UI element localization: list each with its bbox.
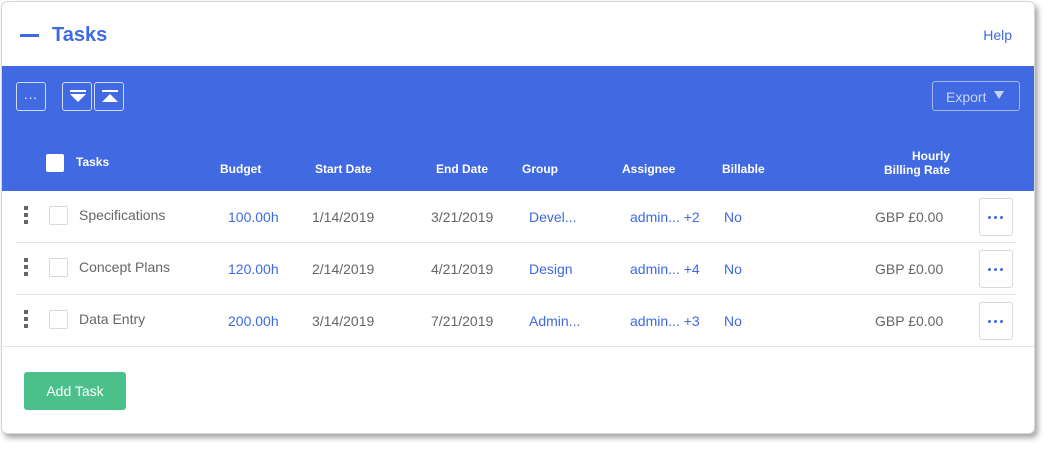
more-horizontal-icon [988, 268, 1006, 272]
task-billing-rate: GBP £0.00 [875, 209, 944, 225]
task-group[interactable]: Admin... [529, 313, 580, 329]
task-billing-rate: GBP £0.00 [875, 313, 944, 329]
task-name: Concept Plans [79, 259, 171, 275]
task-group[interactable]: Devel... [529, 209, 576, 225]
task-end-date: 4/21/2019 [431, 261, 494, 277]
table-toolbar-header: ... Export Tasks Budget Start Date End D… [2, 66, 1034, 191]
column-header-budget[interactable]: Budget [220, 162, 261, 176]
column-header-hourly-billing-rate[interactable]: Hourly Billing Rate [882, 149, 950, 177]
row-checkbox[interactable] [49, 206, 68, 225]
task-end-date: 3/21/2019 [431, 209, 494, 225]
minus-icon[interactable] [20, 34, 39, 37]
export-label: Export [946, 89, 987, 105]
row-actions-button[interactable] [979, 250, 1013, 288]
task-billing-rate: GBP £0.00 [875, 261, 944, 277]
collapse-all-icon [102, 90, 118, 102]
drag-handle-icon[interactable] [24, 310, 29, 328]
more-options-button[interactable]: ... [16, 82, 46, 111]
column-header-line: Billing Rate [883, 163, 950, 177]
task-budget: 200.00h [228, 313, 279, 329]
drag-handle-icon[interactable] [24, 206, 29, 224]
task-name: Data Entry [79, 311, 146, 327]
row-actions-button[interactable] [979, 198, 1013, 236]
more-horizontal-icon [988, 320, 1006, 324]
caret-down-icon [994, 91, 1004, 99]
table-row: Data Entry 200.00h 3/14/2019 7/21/2019 A… [2, 295, 1034, 347]
task-group[interactable]: Design [529, 261, 573, 277]
column-header-line: Hourly [911, 149, 950, 163]
table-row: Specifications 100.00h 1/14/2019 3/21/20… [2, 191, 1034, 243]
expand-all-button[interactable] [62, 82, 92, 111]
task-assignee[interactable]: admin... +2 [630, 209, 700, 225]
expand-all-icon [70, 90, 86, 102]
table-divider [2, 346, 1034, 347]
tasks-panel: Tasks Help ... Export Tasks Budget Start… [1, 1, 1035, 434]
table-row: Concept Plans 120.00h 2/14/2019 4/21/201… [2, 243, 1034, 295]
task-billable: No [724, 261, 742, 277]
task-budget: 100.00h [228, 209, 279, 225]
task-start-date: 1/14/2019 [312, 209, 375, 225]
row-checkbox[interactable] [49, 258, 68, 277]
task-assignee[interactable]: admin... +3 [630, 313, 700, 329]
select-all-checkbox[interactable] [46, 154, 64, 172]
export-dropdown[interactable]: Export [932, 81, 1020, 111]
task-assignee[interactable]: admin... +4 [630, 261, 700, 277]
column-header-start-date[interactable]: Start Date [315, 162, 372, 176]
add-task-button[interactable]: Add Task [24, 372, 126, 410]
drag-handle-icon[interactable] [24, 258, 29, 276]
task-billable: No [724, 209, 742, 225]
collapse-all-button[interactable] [94, 82, 124, 111]
column-header-group[interactable]: Group [522, 162, 558, 176]
task-start-date: 3/14/2019 [312, 313, 375, 329]
task-end-date: 7/21/2019 [431, 313, 494, 329]
panel-header: Tasks Help [2, 2, 1034, 66]
task-budget: 120.00h [228, 261, 279, 277]
task-name: Specifications [79, 207, 166, 223]
column-header-end-date[interactable]: End Date [436, 162, 488, 176]
row-checkbox[interactable] [49, 310, 68, 329]
row-actions-button[interactable] [979, 302, 1013, 340]
task-start-date: 2/14/2019 [312, 261, 375, 277]
more-horizontal-icon [988, 216, 1006, 220]
page-title: Tasks [52, 24, 108, 46]
column-header-billable[interactable]: Billable [722, 162, 765, 176]
column-header-assignee[interactable]: Assignee [622, 162, 675, 176]
column-header-tasks[interactable]: Tasks [76, 155, 109, 169]
task-billable: No [724, 313, 742, 329]
help-link[interactable]: Help [983, 27, 1012, 43]
